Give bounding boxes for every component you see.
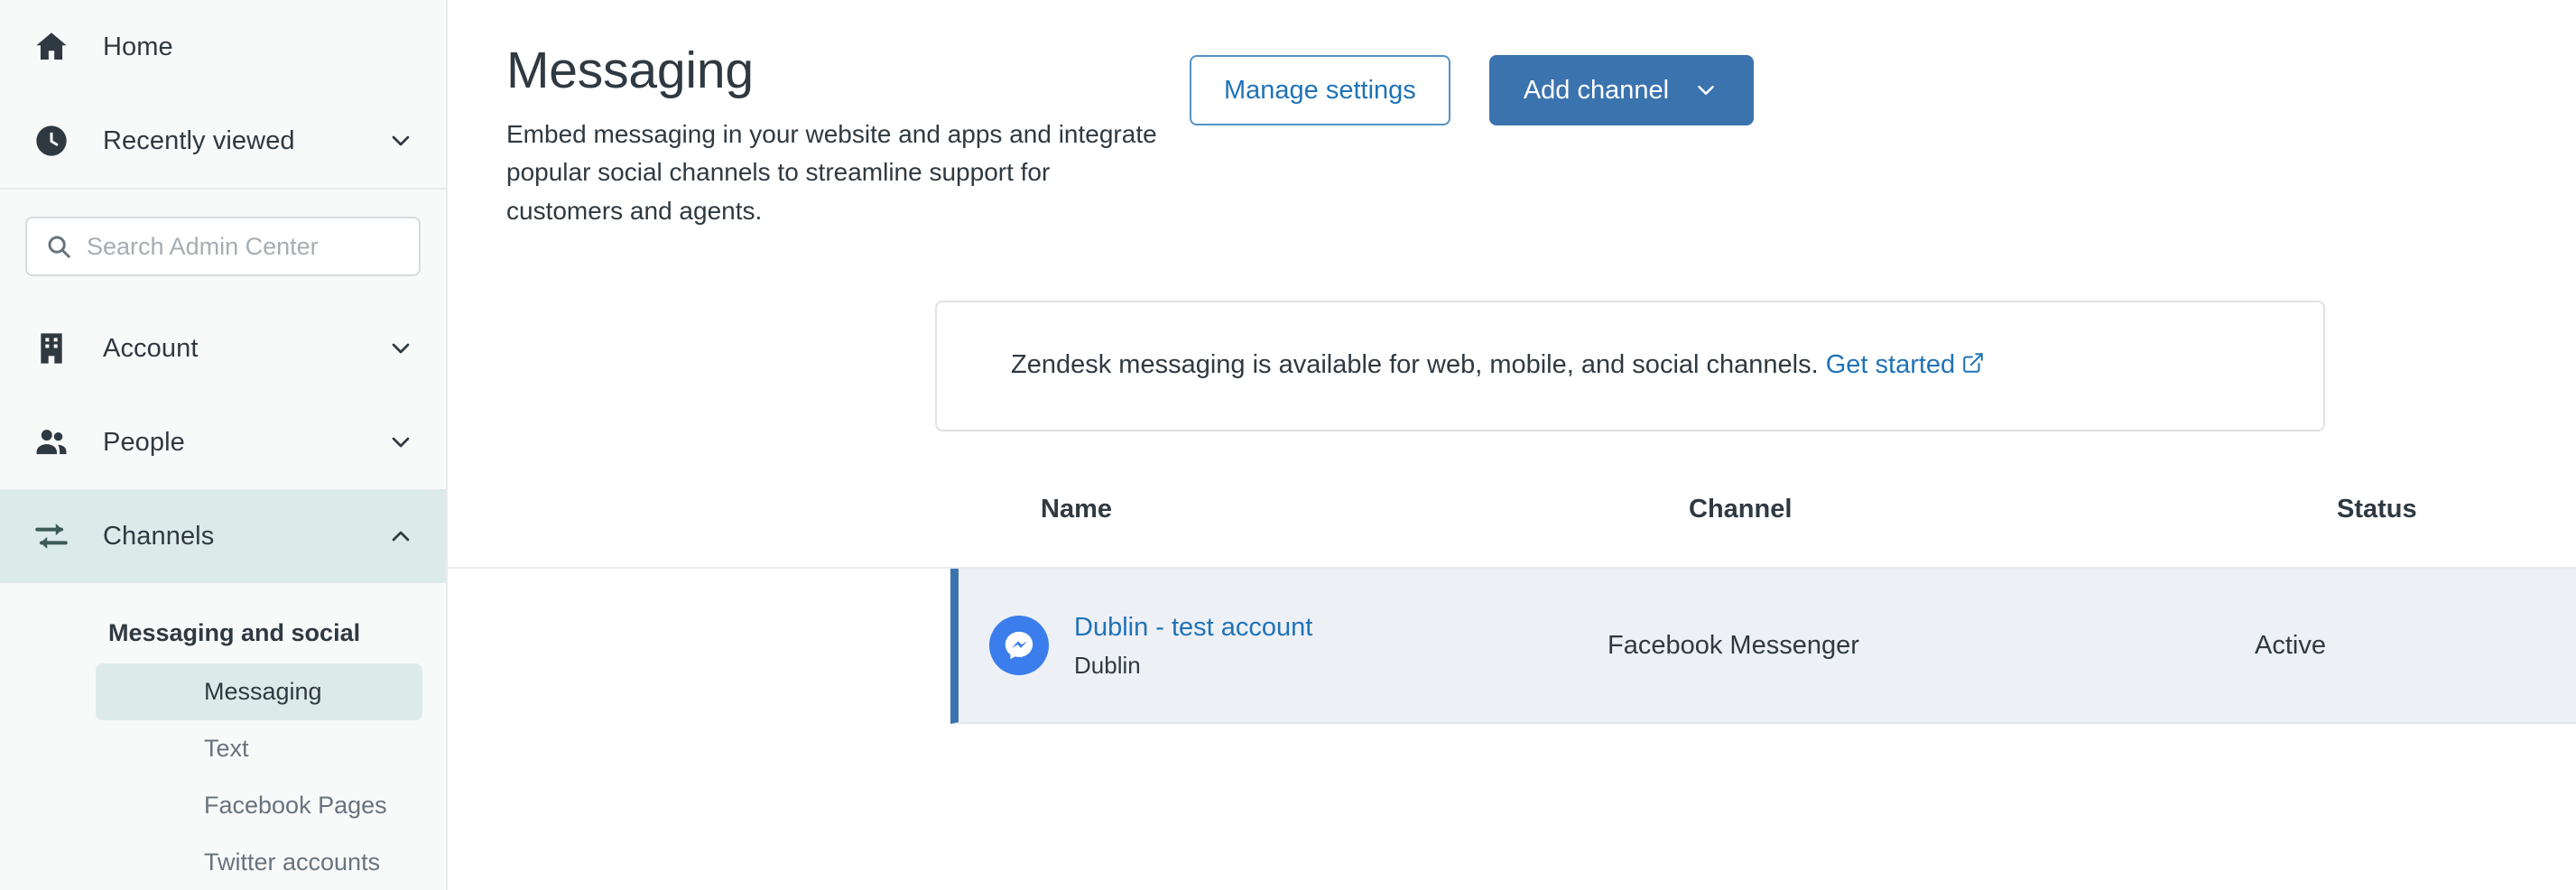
submenu-group-title: Messaging and social xyxy=(108,619,361,646)
channels-submenu: Messaging and social Messaging Text Face… xyxy=(0,583,446,890)
sidebar-item-twitter-accounts[interactable]: Twitter accounts xyxy=(96,834,422,890)
chevron-down-icon xyxy=(1692,77,1719,104)
chevron-down-icon xyxy=(386,334,415,363)
table-header-row: Name Channel Status xyxy=(448,495,2576,570)
info-banner: Zendesk messaging is available for web, … xyxy=(935,301,2325,432)
sidebar-item-account[interactable]: Account xyxy=(0,301,446,395)
main-content: Messaging Embed messaging in your websit… xyxy=(448,0,2576,890)
sidebar-item-messaging[interactable]: Messaging xyxy=(96,663,422,720)
sidebar-item-label: Channels xyxy=(103,521,215,551)
page-title: Messaging xyxy=(506,42,754,99)
home-icon xyxy=(31,26,72,68)
column-header-channel: Channel xyxy=(1689,494,1793,524)
page-header: Messaging Embed messaging in your websit… xyxy=(448,0,2576,230)
admin-center-app: Home Recently viewed Search Admin Center… xyxy=(0,0,2576,890)
facebook-messenger-icon xyxy=(989,616,1049,676)
people-icon xyxy=(31,422,72,463)
manage-settings-button[interactable]: Manage settings xyxy=(1190,55,1450,125)
table-row[interactable]: Dublin - test account Dublin Facebook Me… xyxy=(950,569,2576,725)
sidebar-item-people[interactable]: People xyxy=(0,395,446,489)
page-description: Embed messaging in your website and apps… xyxy=(506,119,1157,225)
get-started-link[interactable]: Get started xyxy=(1826,350,1985,379)
cell-channel: Facebook Messenger xyxy=(1608,630,1859,660)
sidebar-item-label: Home xyxy=(103,32,173,61)
chevron-down-icon xyxy=(386,428,415,457)
sidebar-item-text[interactable]: Text xyxy=(96,720,422,777)
get-started-label: Get started xyxy=(1825,350,1956,380)
channel-subname: Dublin xyxy=(1074,652,1141,680)
add-channel-button[interactable]: Add channel xyxy=(1488,55,1755,125)
info-banner-text: Zendesk messaging is available for web, … xyxy=(1011,350,1985,382)
chevron-up-icon xyxy=(386,522,415,551)
search-box[interactable] xyxy=(25,217,421,276)
chevron-down-icon xyxy=(386,126,415,155)
search-input[interactable] xyxy=(87,232,401,261)
cell-name: Dublin - test account Dublin xyxy=(959,611,1607,680)
name-block: Dublin - test account Dublin xyxy=(1074,611,1312,680)
transfer-arrows-icon xyxy=(31,515,72,557)
sidebar-item-label: People xyxy=(103,427,185,457)
external-link-icon xyxy=(1961,351,1985,382)
sidebar-item-label: Recently viewed xyxy=(103,125,295,155)
search-container xyxy=(0,190,446,301)
page-header-text: Messaging Embed messaging in your websit… xyxy=(448,42,1170,230)
sidebar-item-channels[interactable]: Channels xyxy=(0,489,446,583)
channels-table: Name Channel Status Dublin - test accoun… xyxy=(448,495,2576,725)
add-channel-label: Add channel xyxy=(1523,75,1670,105)
clock-icon xyxy=(31,120,72,162)
sidebar-item-recently-viewed[interactable]: Recently viewed xyxy=(0,94,446,188)
sidebar-item-label: Account xyxy=(103,333,199,363)
page-header-actions: Manage settings Add channel xyxy=(1190,42,1755,230)
column-header-status: Status xyxy=(2337,494,2417,524)
sidebar: Home Recently viewed Search Admin Center… xyxy=(0,0,448,890)
building-icon xyxy=(31,328,72,369)
column-header-name: Name xyxy=(1041,494,1112,524)
info-banner-message: Zendesk messaging is available for web, … xyxy=(1011,350,1819,380)
search-icon xyxy=(45,233,72,260)
channel-name-link[interactable]: Dublin - test account xyxy=(1074,611,1312,644)
sidebar-item-home[interactable]: Home xyxy=(0,0,446,94)
cell-status: Active xyxy=(2255,630,2326,660)
sidebar-item-facebook-pages[interactable]: Facebook Pages xyxy=(96,777,422,834)
sidebar-top-group: Home Recently viewed xyxy=(0,0,446,190)
